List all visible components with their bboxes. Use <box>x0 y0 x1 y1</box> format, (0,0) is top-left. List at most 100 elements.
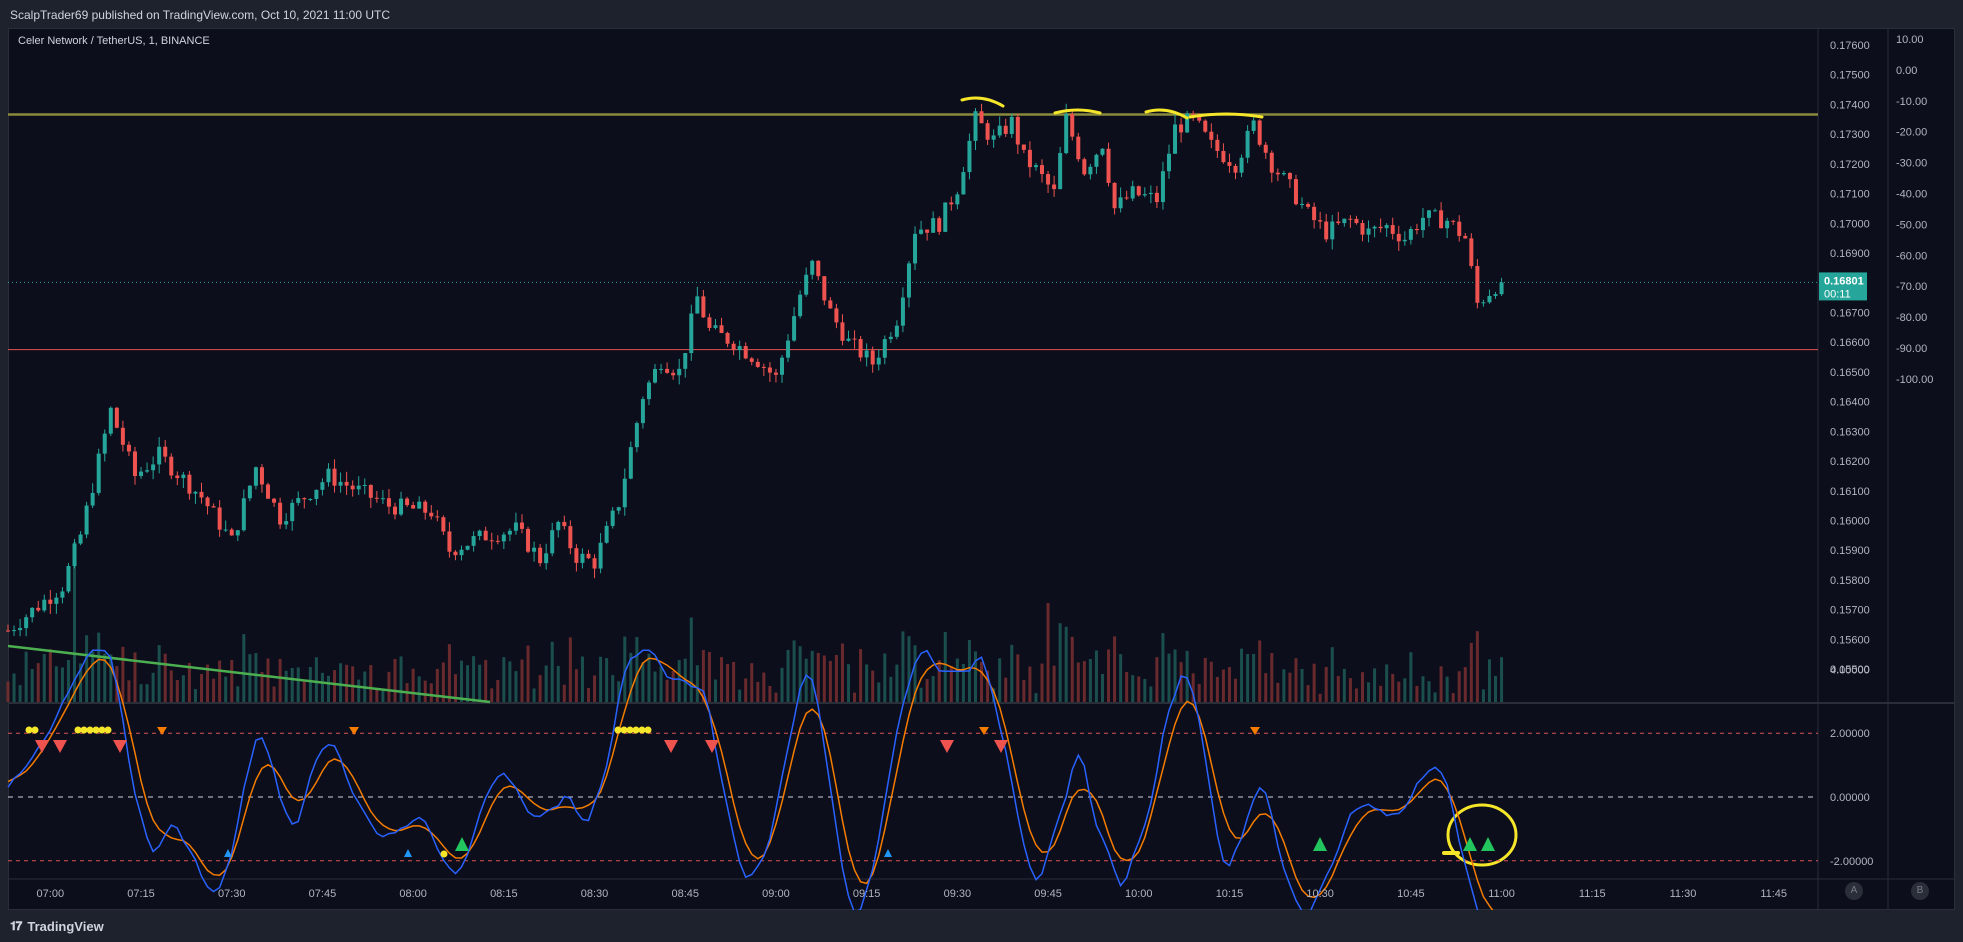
candle-body <box>1088 166 1093 175</box>
volume-bar <box>955 658 959 702</box>
grid <box>8 28 1955 910</box>
candle-body <box>1420 217 1425 231</box>
candle-body <box>314 489 319 499</box>
candle-body <box>858 339 863 358</box>
time-tick-label: 09:45 <box>1034 888 1062 900</box>
volume-bar <box>351 666 355 702</box>
candle-body <box>471 536 476 546</box>
candle-body <box>870 350 875 365</box>
volume-bar <box>278 658 282 702</box>
volume-bar <box>980 661 984 702</box>
candle-body <box>96 453 101 493</box>
volume-bar <box>296 667 300 702</box>
volume-bar <box>919 687 923 702</box>
buy-signal-icon <box>455 837 469 851</box>
price-tick-label: 0.15600 <box>1830 634 1870 646</box>
time-tick-label: 11:15 <box>1579 888 1606 900</box>
signal-dot <box>31 726 39 734</box>
candle-body <box>888 336 893 340</box>
candle-body <box>743 346 748 359</box>
volume-bar <box>744 678 748 702</box>
candle-body <box>483 530 488 541</box>
volume-bar <box>447 644 451 702</box>
candle-body <box>1160 171 1165 203</box>
annotation-mark <box>960 96 1005 108</box>
volume-bar <box>810 650 814 702</box>
candle-body <box>1227 162 1232 166</box>
time-tick-label: 09:00 <box>762 888 790 900</box>
time-tick-label: 09:30 <box>944 888 972 900</box>
auto-scale-button[interactable]: A <box>1845 882 1863 900</box>
volume-bar <box>713 679 717 702</box>
brand[interactable]: 𝟏𝟕 TradingView <box>10 919 104 934</box>
volume-bar <box>417 676 421 702</box>
candle-body <box>235 530 240 536</box>
symbol-title[interactable]: Celer Network / TetherUS, 1, BINANCE <box>18 35 210 47</box>
candle-body <box>707 317 712 328</box>
volume-bar <box>1209 661 1213 702</box>
volume-bar <box>550 641 554 702</box>
volume-bar <box>671 671 675 702</box>
candle-body <box>1130 186 1135 199</box>
candle-body <box>380 498 385 500</box>
volume-bar <box>1197 683 1201 702</box>
candle-body <box>1239 157 1244 173</box>
candle-body <box>205 497 210 507</box>
candle-body <box>1481 302 1486 304</box>
candle-body <box>132 451 137 477</box>
volume-bar <box>514 671 518 702</box>
candle-body <box>24 617 29 629</box>
candle-body <box>882 339 887 358</box>
volume-bar <box>1149 686 1153 702</box>
time-tick-label: 07:30 <box>218 888 246 900</box>
sell-signal-icon <box>705 740 719 753</box>
candle-body <box>507 530 512 535</box>
volume-bar <box>66 659 70 702</box>
candle-body <box>1378 226 1383 229</box>
bar-countdown-label: 00:11 <box>1824 288 1851 300</box>
candle-body <box>1142 194 1147 196</box>
candle-body <box>973 111 978 141</box>
volume-bar <box>677 660 681 702</box>
volume-bar <box>423 680 427 702</box>
price-tick-label: 0.15900 <box>1830 545 1870 557</box>
candle-body <box>36 607 41 611</box>
candle-body <box>1499 282 1504 295</box>
candle-body <box>169 456 174 476</box>
candle-body <box>199 491 204 498</box>
candle-body <box>18 628 23 631</box>
candle-body <box>695 296 700 314</box>
candle-body <box>1360 223 1365 235</box>
last-price-label: 0.16801 <box>1824 275 1864 287</box>
volume-bar <box>1046 603 1050 702</box>
candle-body <box>1191 113 1196 115</box>
volume-bar <box>169 670 173 702</box>
sell-signal-icon <box>53 740 67 753</box>
volume-bar <box>641 662 645 702</box>
chart-canvas[interactable]: 0.17600 0.17500 0.17400 0.17300 0.17200 0.171… <box>0 0 1963 942</box>
candle-body <box>1342 218 1347 224</box>
volume-bar <box>85 635 89 702</box>
volume-bar <box>689 617 693 702</box>
volume-bar <box>1367 682 1371 702</box>
volume-bar <box>230 659 234 702</box>
volume-bar <box>1463 667 1467 702</box>
log-scale-button[interactable]: B <box>1911 882 1929 900</box>
candle-body <box>193 491 198 494</box>
candle-body <box>550 530 555 554</box>
time-tick-label: 08:15 <box>490 888 518 900</box>
volume-bar <box>272 686 276 702</box>
candle-body <box>610 510 615 526</box>
candle-body <box>1318 220 1323 222</box>
candle-body <box>532 547 537 552</box>
price-tick-label: 0.16300 <box>1830 426 1870 438</box>
candle-body <box>1408 229 1413 240</box>
candle-body <box>72 543 77 566</box>
price-tick-label: 0.16000 <box>1830 516 1870 528</box>
volume-bar <box>139 684 143 702</box>
volume-bar <box>12 673 16 702</box>
candle-body <box>538 547 543 564</box>
candle-body <box>804 274 809 295</box>
candle-body <box>102 433 107 454</box>
signal-dot <box>86 726 94 734</box>
